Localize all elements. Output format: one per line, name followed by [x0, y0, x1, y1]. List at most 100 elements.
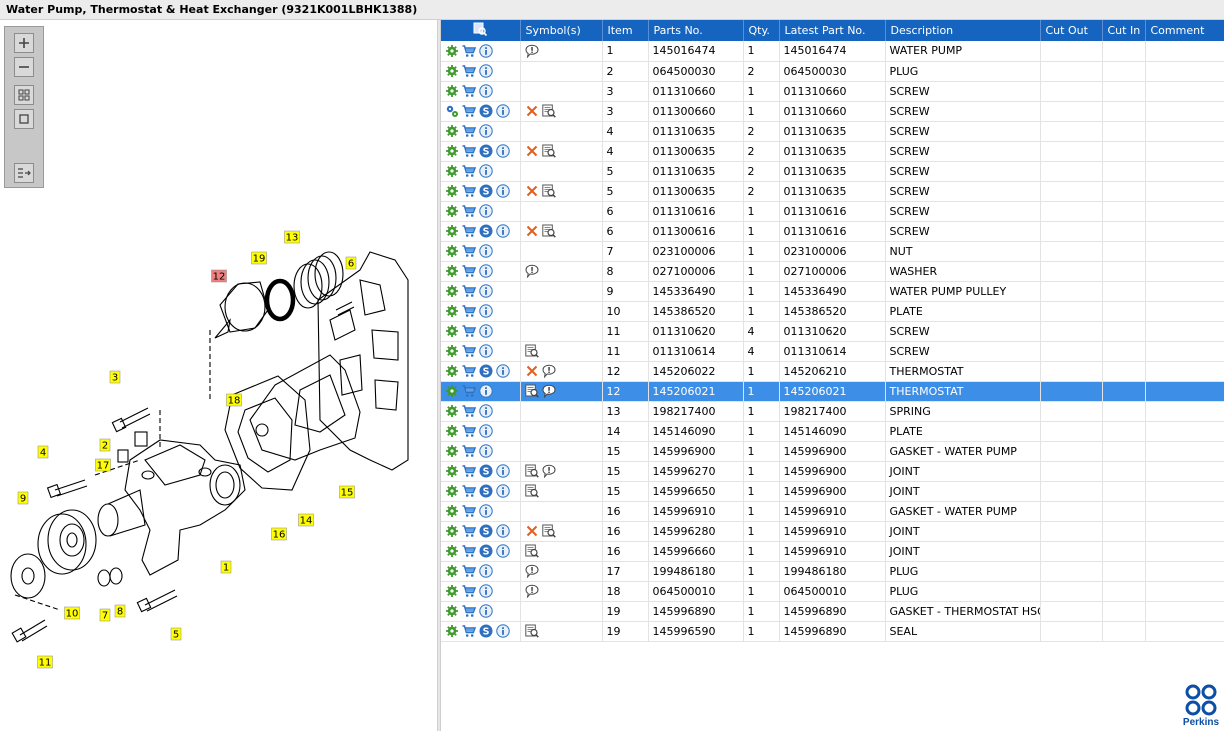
cart-icon[interactable] — [462, 404, 476, 418]
row-symbols[interactable] — [520, 161, 603, 182]
header-parts-no[interactable]: Parts No. — [648, 20, 744, 41]
table-row[interactable]: 14 145146090 1 145146090 PLATE — [441, 421, 1224, 442]
row-symbols[interactable] — [520, 121, 603, 142]
info-icon[interactable] — [479, 124, 493, 138]
callout-17[interactable]: 17 — [95, 458, 111, 472]
cart-icon[interactable] — [462, 544, 476, 558]
locate-in-drawing-icon[interactable] — [524, 484, 539, 498]
gear-icon[interactable] — [445, 244, 459, 258]
row-actions[interactable] — [441, 401, 521, 422]
gear-icon[interactable] — [445, 124, 459, 138]
locate-in-drawing-icon[interactable] — [541, 144, 556, 158]
cart-icon[interactable] — [462, 384, 476, 398]
info-icon[interactable] — [479, 284, 493, 298]
cart-icon[interactable] — [462, 124, 476, 138]
search-list-icon[interactable] — [473, 22, 488, 36]
row-symbols[interactable] — [520, 261, 603, 282]
table-row[interactable]: 2 064500030 2 064500030 PLUG — [441, 61, 1224, 82]
row-actions[interactable]: S — [441, 481, 521, 502]
header-latest-part-no[interactable]: Latest Part No. — [779, 20, 886, 41]
table-row[interactable]: 19 145996890 1 145996890 GASKET - THERMOSTAT… — [441, 601, 1224, 622]
gear-icon[interactable] — [445, 304, 459, 318]
gear-icon[interactable] — [445, 284, 459, 298]
row-symbols[interactable] — [520, 341, 603, 362]
header-description[interactable]: Description — [885, 20, 1041, 41]
info-icon[interactable] — [479, 304, 493, 318]
gears-icon[interactable] — [445, 104, 459, 118]
gear-icon[interactable] — [445, 264, 459, 278]
info-icon[interactable] — [479, 64, 493, 78]
table-row[interactable]: 5 011310635 2 011310635 SCREW — [441, 161, 1224, 182]
info-icon[interactable] — [496, 224, 510, 238]
row-actions[interactable] — [441, 561, 521, 582]
supersession-icon[interactable]: S — [479, 184, 493, 198]
row-symbols[interactable] — [520, 201, 603, 222]
table-row[interactable]: 17 199486180 1 199486180 PLUG — [441, 561, 1224, 582]
info-icon[interactable] — [479, 204, 493, 218]
header-symbols[interactable]: Symbol(s) — [520, 20, 603, 41]
table-row[interactable]: 7 023100006 1 023100006 NUT — [441, 241, 1224, 262]
row-symbols[interactable] — [520, 501, 603, 522]
callout-7[interactable]: 7 — [99, 608, 111, 622]
locate-in-drawing-icon[interactable] — [541, 184, 556, 198]
superseded-cross-icon[interactable] — [525, 144, 539, 158]
row-actions[interactable] — [441, 501, 521, 522]
fit-all-button[interactable] — [14, 85, 34, 105]
cart-icon[interactable] — [462, 584, 476, 598]
table-row[interactable]: 11 011310614 4 011310614 SCREW — [441, 341, 1224, 362]
callout-10[interactable]: 10 — [64, 606, 80, 620]
row-symbols[interactable] — [520, 361, 603, 382]
info-icon[interactable] — [496, 544, 510, 558]
superseded-cross-icon[interactable] — [525, 364, 539, 378]
supersession-icon[interactable]: S — [479, 624, 493, 638]
info-icon[interactable] — [479, 444, 493, 458]
row-actions[interactable]: S — [441, 181, 521, 202]
info-icon[interactable] — [479, 604, 493, 618]
cart-icon[interactable] — [462, 164, 476, 178]
row-symbols[interactable] — [520, 601, 603, 622]
superseded-cross-icon[interactable] — [525, 184, 539, 198]
info-icon[interactable] — [496, 624, 510, 638]
table-row[interactable]: S 15 145996650 1 145996900 JOINT — [441, 481, 1224, 502]
locate-in-drawing-icon[interactable] — [541, 524, 556, 538]
cart-icon[interactable] — [462, 204, 476, 218]
info-icon[interactable] — [496, 104, 510, 118]
row-actions[interactable] — [441, 601, 521, 622]
info-icon[interactable] — [479, 344, 493, 358]
table-row[interactable]: S 6 011300616 1 011310616 SCREW — [441, 221, 1224, 242]
cart-icon[interactable] — [462, 484, 476, 498]
gear-icon[interactable] — [445, 84, 459, 98]
supersession-icon[interactable]: S — [479, 364, 493, 378]
cart-icon[interactable] — [462, 104, 476, 118]
callout-14[interactable]: 14 — [298, 513, 314, 527]
supersession-icon[interactable]: S — [479, 224, 493, 238]
row-actions[interactable] — [441, 381, 521, 402]
info-icon[interactable] — [479, 324, 493, 338]
gear-icon[interactable] — [445, 144, 459, 158]
callout-5[interactable]: 5 — [170, 627, 182, 641]
callout-19[interactable]: 19 — [251, 251, 267, 265]
info-icon[interactable] — [479, 84, 493, 98]
locate-in-drawing-icon[interactable] — [524, 464, 539, 478]
row-actions[interactable] — [441, 81, 521, 102]
zoom-out-button[interactable] — [14, 57, 34, 77]
callout-6[interactable]: 6 — [345, 256, 357, 270]
cart-icon[interactable] — [462, 424, 476, 438]
superseded-cross-icon[interactable] — [525, 524, 539, 538]
row-actions[interactable]: S — [441, 541, 521, 562]
table-row[interactable]: 6 011310616 1 011310616 SCREW — [441, 201, 1224, 222]
row-symbols[interactable] — [520, 421, 603, 442]
gear-icon[interactable] — [445, 504, 459, 518]
row-symbols[interactable] — [520, 381, 603, 402]
info-icon[interactable] — [479, 164, 493, 178]
table-row[interactable]: 10 145386520 1 145386520 PLATE — [441, 301, 1224, 322]
gear-icon[interactable] — [445, 224, 459, 238]
supersession-icon[interactable]: S — [479, 104, 493, 118]
row-actions[interactable] — [441, 281, 521, 302]
row-symbols[interactable] — [520, 81, 603, 102]
locate-in-drawing-icon[interactable] — [524, 344, 539, 358]
cart-icon[interactable] — [462, 144, 476, 158]
diagram-pane[interactable]: 12 19 13 6 3 18 2 4 17 9 15 14 16 1 10 7 8 5 11 — [0, 20, 437, 731]
gear-icon[interactable] — [445, 44, 459, 58]
row-actions[interactable]: S — [441, 141, 521, 162]
